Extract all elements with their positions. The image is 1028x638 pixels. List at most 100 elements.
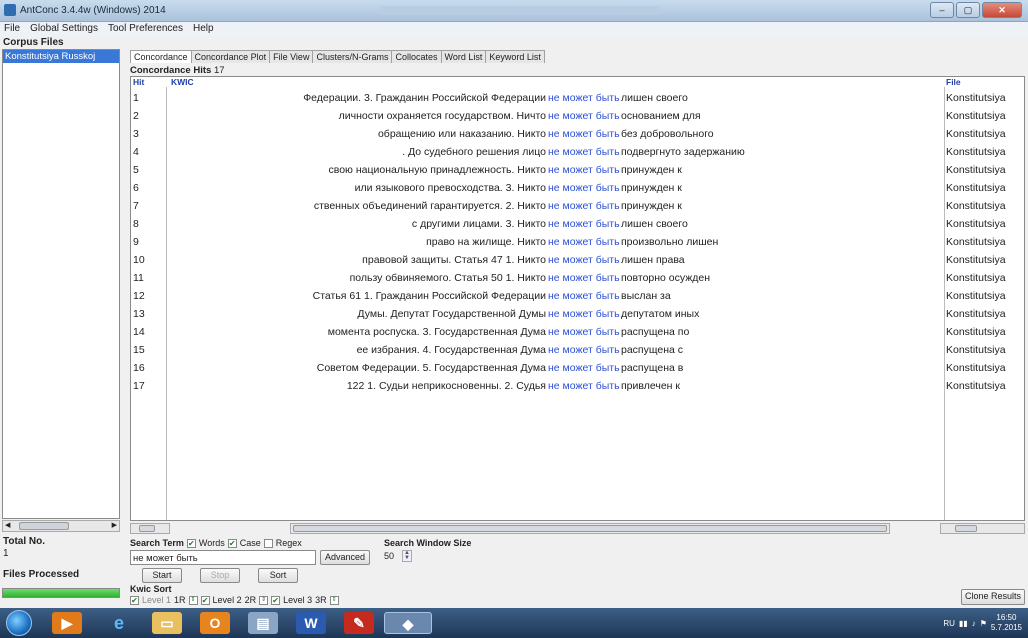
clone-results-button[interactable]: Clone Results — [961, 589, 1025, 605]
regex-checkbox[interactable] — [263, 538, 273, 548]
table-row[interactable]: 15 ее избрания. 4. Государственная Дума не… — [131, 341, 1024, 359]
right-context: распущена по — [621, 326, 690, 338]
keyword-hit[interactable]: не может быть — [548, 308, 620, 320]
keyword-hit[interactable]: не может быть — [548, 272, 620, 284]
words-checkbox[interactable]: ✔ — [186, 538, 196, 548]
tab-concordance[interactable]: Concordance — [130, 50, 192, 63]
concordance-hits-label: Concordance Hits — [130, 65, 212, 76]
keyword-hit[interactable]: не может быть — [548, 326, 620, 338]
keyword-hit[interactable]: не может быть — [548, 182, 620, 194]
notepad-icon[interactable]: ▤ — [248, 612, 278, 634]
tab-clusters-ngrams[interactable]: Clusters/N-Grams — [312, 50, 393, 63]
internet-explorer-icon[interactable]: e — [104, 612, 134, 634]
corpus-files-list[interactable]: Konstitutsiya Russkoj — [2, 49, 120, 519]
search-window-size-value[interactable]: 50 — [384, 551, 394, 561]
menu-help[interactable]: Help — [193, 22, 214, 36]
start-button[interactable]: Start — [142, 568, 182, 583]
scroll-thumb[interactable] — [19, 522, 69, 530]
tab-collocates[interactable]: Collocates — [391, 50, 442, 63]
tab-word-list[interactable]: Word List — [440, 50, 487, 63]
search-term-input[interactable]: не может быть — [130, 550, 316, 565]
left-context: обращению или наказанию. Никто — [377, 128, 546, 140]
tab-keyword-list[interactable]: Keyword List — [485, 50, 545, 63]
menu-global-settings[interactable]: Global Settings — [30, 22, 98, 36]
hit-scroll-thumb[interactable] — [139, 525, 155, 532]
table-row[interactable]: 16 Советом Федерации. 5. Государственная … — [131, 359, 1024, 377]
media-player-icon[interactable]: ▶ — [52, 612, 82, 634]
advanced-button[interactable]: Advanced — [320, 550, 370, 565]
table-row[interactable]: 17 122 1. Судьи неприкосновенны. 2. Судья… — [131, 377, 1024, 395]
keyword-hit[interactable]: не может быть — [548, 254, 620, 266]
level3-value[interactable]: 3R — [315, 595, 327, 605]
acrobat-icon[interactable]: ✎ — [344, 612, 374, 634]
keyword-hit[interactable]: не может быть — [548, 362, 620, 374]
file-name: Konstitutsiya — [946, 200, 1006, 212]
keyword-hit[interactable]: не может быть — [548, 146, 620, 158]
sort-button[interactable]: Sort — [258, 568, 298, 583]
keyword-hit[interactable]: не может быть — [548, 128, 620, 140]
file-scrollbar[interactable] — [940, 523, 1025, 534]
level1-value[interactable]: 1R — [174, 595, 186, 605]
table-row[interactable]: 7 ственных объединений гарантируется. 2. … — [131, 197, 1024, 215]
antconc-taskbar-icon[interactable]: ◆ — [384, 612, 432, 634]
outlook-icon[interactable]: O — [200, 612, 230, 634]
case-checkbox[interactable]: ✔ — [227, 538, 237, 548]
keyword-hit[interactable]: не может быть — [548, 164, 620, 176]
table-row[interactable]: 3 обращению или наказанию. Никто не может … — [131, 125, 1024, 143]
window-size-spinner-icon[interactable]: ▲ ▼ — [402, 550, 412, 562]
keyword-hit[interactable]: не может быть — [548, 236, 620, 248]
level3-spinner-icon[interactable]: ⇕ — [329, 595, 339, 605]
language-indicator[interactable]: RU — [943, 619, 955, 628]
level1-checkbox[interactable]: ✔ — [130, 595, 139, 605]
keyword-hit[interactable]: не может быть — [548, 200, 620, 212]
menu-file[interactable]: File — [4, 22, 20, 36]
scroll-left-arrow-icon[interactable]: ◀ — [5, 521, 10, 531]
tab-concordance-plot[interactable]: Concordance Plot — [190, 50, 271, 63]
tab-file-view[interactable]: File View — [269, 50, 314, 63]
stop-button[interactable]: Stop — [200, 568, 240, 583]
table-row[interactable]: 1 Федерации. 3. Гражданин Российской Феде… — [131, 89, 1024, 107]
network-icon[interactable]: ▮▮ — [959, 619, 968, 628]
table-row[interactable]: 14 момента роспуска. 3. Государственная Д… — [131, 323, 1024, 341]
table-row[interactable]: 4 . До судебного решения лицо не может быт… — [131, 143, 1024, 161]
table-row[interactable]: 6 или языкового превосходства. 3. Никто не… — [131, 179, 1024, 197]
clock[interactable]: 16:50 5.7.2015 — [991, 613, 1022, 633]
level3-checkbox[interactable]: ✔ — [271, 595, 281, 605]
word-icon[interactable]: W — [296, 612, 326, 634]
level1-spinner-icon[interactable]: ⇕ — [188, 595, 198, 605]
start-button-icon[interactable] — [6, 610, 32, 636]
table-row[interactable]: 10 правовой защиты. Статья 47 1. Никто не … — [131, 251, 1024, 269]
kwic-scrollbar[interactable] — [290, 523, 890, 534]
kwic-scroll-thumb[interactable] — [293, 525, 887, 532]
close-button[interactable]: ✕ — [982, 2, 1022, 18]
concordance-table[interactable]: Hit KWIC File 1 Федерации. 3. Гражданин Р… — [130, 76, 1025, 521]
table-row[interactable]: 11 пользу обвиняемого. Статья 50 1. Никто… — [131, 269, 1024, 287]
table-row[interactable]: 13 Думы. Депутат Государственной Думы не м… — [131, 305, 1024, 323]
keyword-hit[interactable]: не может быть — [548, 92, 620, 104]
keyword-hit[interactable]: не может быть — [548, 380, 620, 392]
keyword-hit[interactable]: не может быть — [548, 110, 620, 122]
file-explorer-icon[interactable]: ▭ — [152, 612, 182, 634]
menu-tool-preferences[interactable]: Tool Preferences — [108, 22, 183, 36]
corpus-list-scrollbar[interactable]: ◀ ▶ — [2, 520, 120, 532]
file-name: Konstitutsiya — [946, 218, 1006, 230]
maximize-button[interactable]: ▢ — [956, 2, 980, 18]
level2-spinner-icon[interactable]: ⇕ — [259, 595, 269, 605]
file-scroll-thumb[interactable] — [955, 525, 977, 532]
table-row[interactable]: 9 право на жилище. Никто не может быть прои… — [131, 233, 1024, 251]
table-row[interactable]: 5 свою национальную принадлежность. Никто… — [131, 161, 1024, 179]
keyword-hit[interactable]: не может быть — [548, 344, 620, 356]
minimize-button[interactable]: – — [930, 2, 954, 18]
scroll-right-arrow-icon[interactable]: ▶ — [112, 521, 117, 531]
table-row[interactable]: 12 Статья 61 1. Гражданин Российской Феде… — [131, 287, 1024, 305]
level2-checkbox[interactable]: ✔ — [200, 595, 210, 605]
table-row[interactable]: 2 личности охраняется государством. Ничто… — [131, 107, 1024, 125]
flag-icon[interactable]: ⚑ — [980, 619, 987, 628]
volume-icon[interactable]: ♪ — [972, 619, 976, 628]
corpus-file-item[interactable]: Konstitutsiya Russkoj — [3, 50, 119, 63]
keyword-hit[interactable]: не может быть — [548, 290, 620, 302]
table-row[interactable]: 8 с другими лицами. 3. Никто не может быть… — [131, 215, 1024, 233]
hit-scrollbar[interactable] — [130, 523, 170, 534]
level2-value[interactable]: 2R — [245, 595, 257, 605]
keyword-hit[interactable]: не может быть — [548, 218, 620, 230]
